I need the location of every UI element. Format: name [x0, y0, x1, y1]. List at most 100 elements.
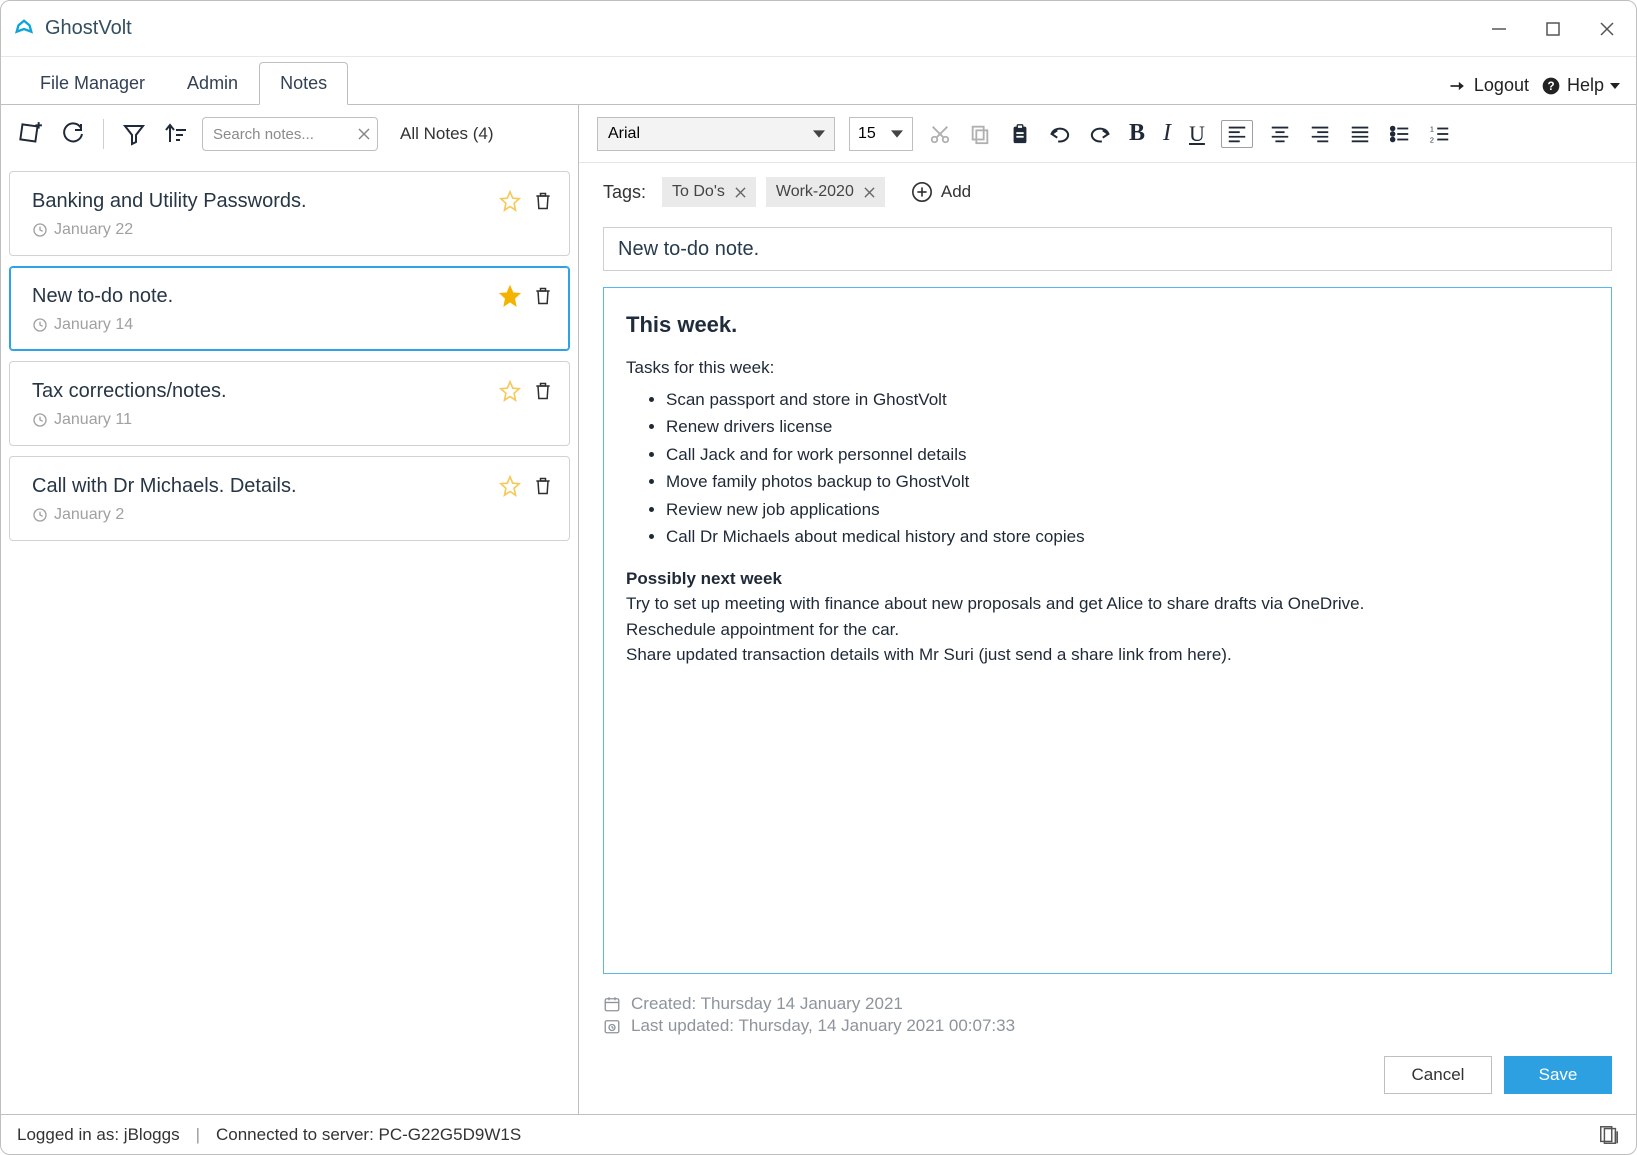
clock-icon	[603, 1017, 621, 1035]
number-list-icon[interactable]: 12	[1427, 121, 1453, 147]
tag-label: Work-2020	[776, 183, 854, 201]
body-line: Share updated transaction details with M…	[626, 642, 1589, 668]
toolbar-divider	[103, 119, 104, 149]
filter-icon[interactable]	[118, 118, 150, 150]
cancel-button[interactable]: Cancel	[1384, 1056, 1492, 1094]
search-input[interactable]	[202, 117, 378, 151]
bullet-item: Move family photos backup to GhostVolt	[666, 469, 1589, 495]
note-card-date: January 22	[32, 221, 553, 239]
sort-icon[interactable]	[160, 118, 192, 150]
align-justify-icon[interactable]	[1347, 121, 1373, 147]
note-card-title: Banking and Utility Passwords.	[32, 190, 553, 213]
body-line: Reschedule appointment for the car.	[626, 617, 1589, 643]
logout-link[interactable]: Logout	[1448, 75, 1529, 96]
tasks-label: Tasks for this week:	[626, 355, 1589, 381]
clear-search-icon[interactable]	[358, 128, 370, 140]
tag-chip[interactable]: Work-2020	[766, 177, 885, 207]
tags-row: Tags: To Do's Work-2020 Add	[579, 163, 1636, 215]
titlebar: GhostVolt	[1, 1, 1636, 57]
save-button[interactable]: Save	[1504, 1056, 1612, 1094]
help-label: Help	[1567, 75, 1604, 96]
trash-icon[interactable]	[533, 381, 553, 401]
bullet-item: Review new job applications	[666, 497, 1589, 523]
tab-bar: File Manager Admin Notes Logout ? Help	[1, 57, 1636, 105]
tags-label: Tags:	[603, 182, 646, 203]
created-label: Created: Thursday 14 January 2021	[631, 994, 903, 1014]
tab-admin[interactable]: Admin	[166, 62, 259, 104]
svg-text:2: 2	[1430, 135, 1434, 144]
add-tag-label: Add	[941, 182, 971, 202]
align-center-icon[interactable]	[1267, 121, 1293, 147]
note-title-input[interactable]	[603, 227, 1612, 271]
note-card[interactable]: Tax corrections/notes. January 11	[9, 361, 570, 446]
status-separator: |	[196, 1125, 200, 1145]
star-icon[interactable]	[499, 380, 521, 402]
status-connected: Connected to server: PC-G22G5D9W1S	[216, 1125, 521, 1145]
note-card[interactable]: Call with Dr Michaels. Details. January …	[9, 456, 570, 541]
note-heading: This week.	[626, 308, 1589, 341]
notes-list-pane: All Notes (4) Banking and Utility Passwo…	[1, 105, 579, 1114]
tag-label: To Do's	[672, 183, 725, 201]
trash-icon[interactable]	[533, 476, 553, 496]
note-card-title: Call with Dr Michaels. Details.	[32, 475, 553, 498]
note-card-title: New to-do note.	[32, 285, 553, 308]
copy-icon[interactable]	[967, 121, 993, 147]
created-row: Created: Thursday 14 January 2021	[603, 994, 1612, 1014]
note-card-date: January 2	[32, 506, 553, 524]
note-list: Banking and Utility Passwords. January 2…	[1, 163, 578, 549]
note-card[interactable]: Banking and Utility Passwords. January 2…	[9, 171, 570, 256]
help-link[interactable]: ? Help	[1541, 75, 1620, 96]
tab-notes[interactable]: Notes	[259, 62, 348, 105]
remove-tag-icon[interactable]	[864, 187, 875, 198]
font-select[interactable]: Arial	[597, 117, 835, 151]
star-icon[interactable]	[499, 190, 521, 212]
align-right-icon[interactable]	[1307, 121, 1333, 147]
maximize-icon[interactable]	[1546, 22, 1560, 36]
all-notes-count: All Notes (4)	[400, 124, 494, 144]
italic-icon[interactable]: I	[1161, 118, 1173, 149]
editor-pane: Arial 15 B I U 12	[579, 105, 1636, 1114]
plus-circle-icon	[911, 181, 933, 203]
note-card[interactable]: New to-do note. January 14	[9, 266, 570, 351]
paste-icon[interactable]	[1007, 121, 1033, 147]
app-title: GhostVolt	[45, 17, 132, 40]
editor-toolbar: Arial 15 B I U 12	[579, 105, 1636, 163]
logout-label: Logout	[1474, 75, 1529, 96]
svg-text:1: 1	[1430, 124, 1434, 133]
status-bar: Logged in as: jBloggs | Connected to ser…	[1, 1114, 1636, 1154]
tab-file-manager[interactable]: File Manager	[19, 62, 166, 104]
note-editor[interactable]: This week. Tasks for this week: Scan pas…	[603, 287, 1612, 974]
bold-icon[interactable]: B	[1127, 118, 1147, 149]
font-size-select[interactable]: 15	[849, 117, 913, 151]
help-icon: ?	[1541, 76, 1561, 96]
body-line: Try to set up meeting with finance about…	[626, 591, 1589, 617]
bullet-item: Call Jack and for work personnel details	[666, 442, 1589, 468]
updated-row: Last updated: Thursday, 14 January 2021 …	[603, 1016, 1612, 1036]
tag-chip[interactable]: To Do's	[662, 177, 756, 207]
align-left-icon[interactable]	[1221, 120, 1253, 148]
refresh-icon[interactable]	[57, 118, 89, 150]
underline-icon[interactable]: U	[1187, 119, 1207, 149]
add-tag-button[interactable]: Add	[911, 181, 971, 203]
remove-tag-icon[interactable]	[735, 187, 746, 198]
redo-icon[interactable]	[1087, 121, 1113, 147]
bullet-item: Renew drivers license	[666, 414, 1589, 440]
cut-icon[interactable]	[927, 121, 953, 147]
close-icon[interactable]	[1600, 22, 1614, 36]
pages-icon[interactable]	[1598, 1124, 1620, 1146]
bullet-item: Call Dr Michaels about medical history a…	[666, 524, 1589, 550]
new-note-icon[interactable]	[13, 117, 47, 151]
bullet-list-icon[interactable]	[1387, 121, 1413, 147]
updated-label: Last updated: Thursday, 14 January 2021 …	[631, 1016, 1015, 1036]
trash-icon[interactable]	[533, 191, 553, 211]
bullet-item: Scan passport and store in GhostVolt	[666, 387, 1589, 413]
trash-icon[interactable]	[533, 286, 553, 306]
next-week-label: Possibly next week	[626, 566, 1589, 592]
star-icon[interactable]	[499, 475, 521, 497]
minimize-icon[interactable]	[1492, 22, 1506, 36]
logout-icon	[1448, 76, 1468, 96]
calendar-icon	[603, 995, 621, 1013]
note-card-date: January 11	[32, 411, 553, 429]
undo-icon[interactable]	[1047, 121, 1073, 147]
star-icon[interactable]	[499, 285, 521, 307]
